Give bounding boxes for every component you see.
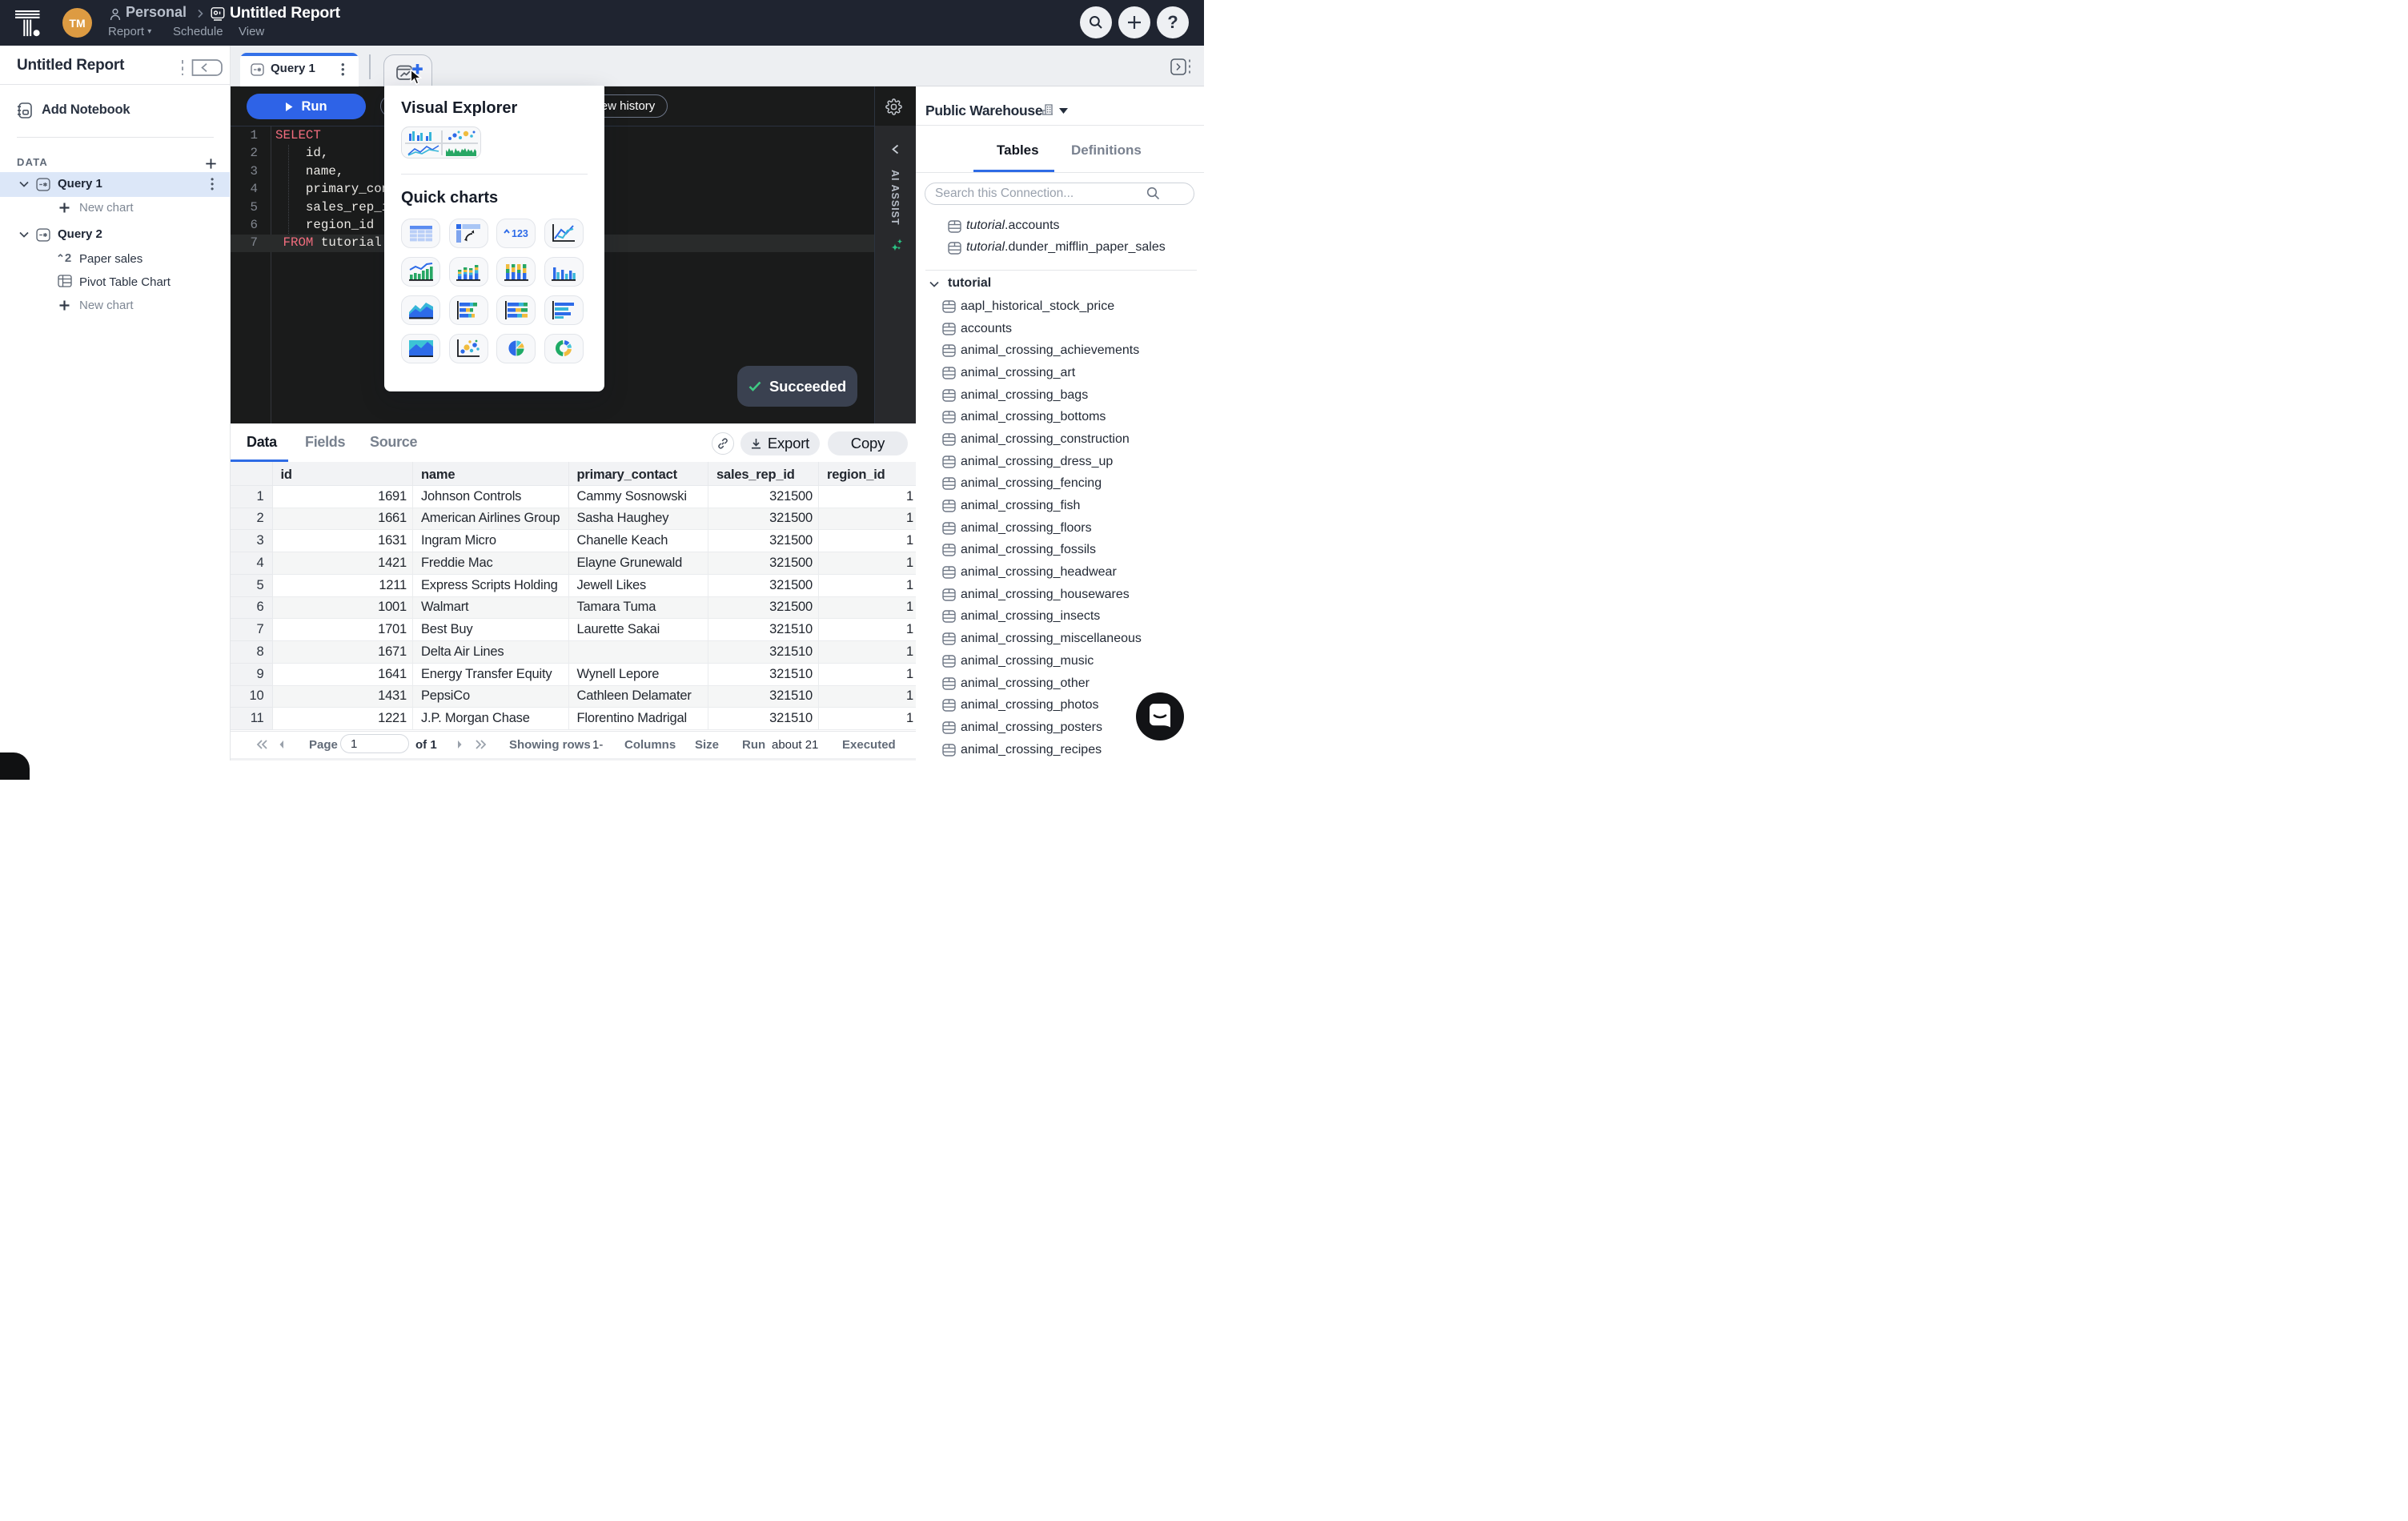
svg-text:123: 123 [512, 228, 528, 239]
